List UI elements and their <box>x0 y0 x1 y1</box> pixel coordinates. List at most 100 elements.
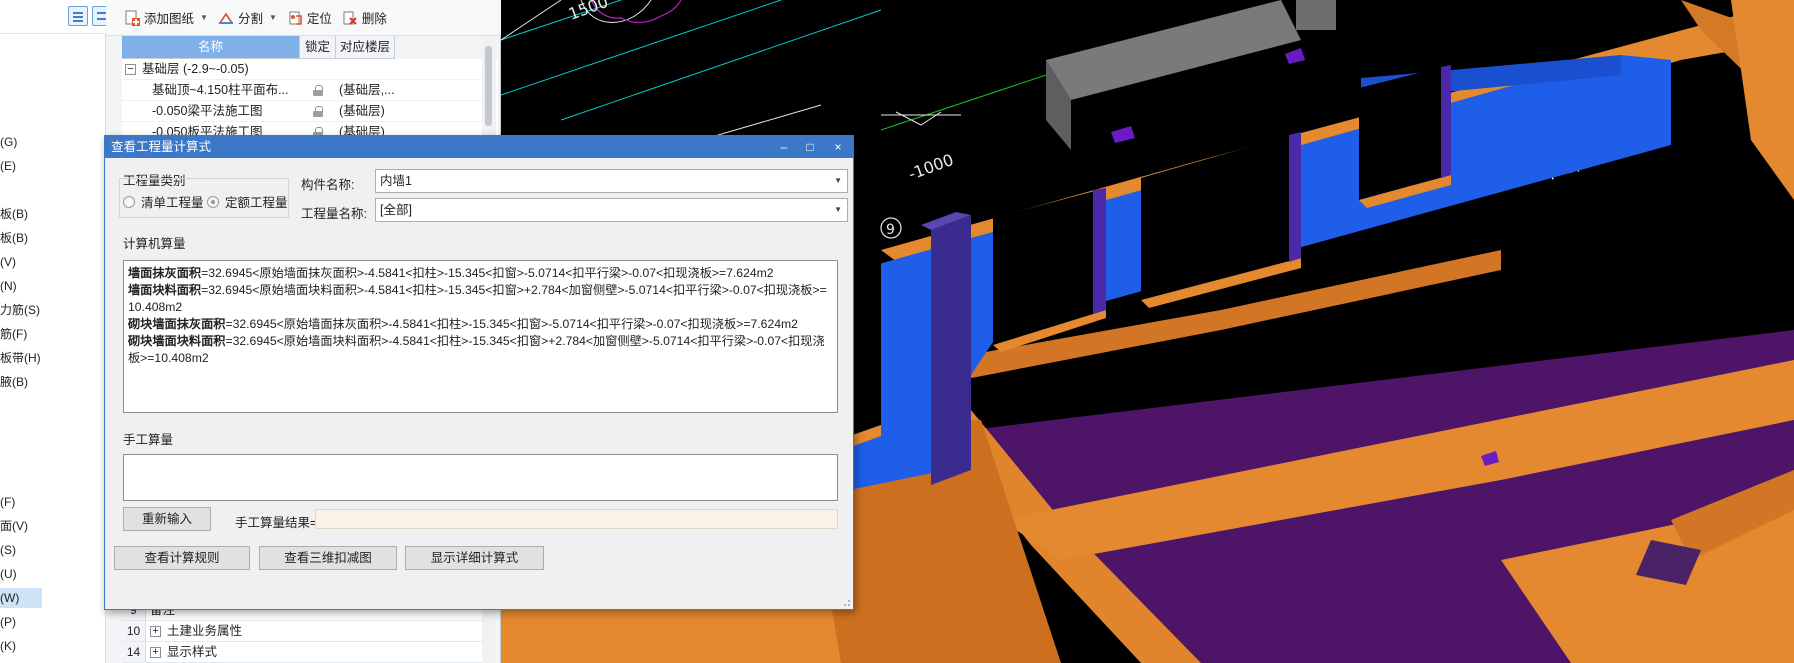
qty-name-label: 工程量名称: <box>301 207 367 221</box>
view-rules-button[interactable]: 查看计算规则 <box>114 546 250 570</box>
nav-item[interactable]: 力筋(S) <box>0 300 106 320</box>
axis-label-9: 9 <box>886 222 895 238</box>
radio-list-qty-label: 清单工程量 <box>141 196 204 210</box>
layer-floor: (基础层) <box>339 104 385 118</box>
dimension-label-1500: 1500 <box>566 0 611 24</box>
list-view-icon[interactable] <box>68 6 88 26</box>
chevron-down-icon: ▼ <box>200 13 208 22</box>
formula-name: 墙面块料面积 <box>128 283 202 297</box>
formula-name: 砌块墙面块料面积 <box>128 334 226 348</box>
locate-icon <box>287 10 303 26</box>
component-name-select[interactable]: 内墙1 ▼ <box>375 169 848 193</box>
nav-item[interactable]: (P) <box>0 612 106 632</box>
nav-item[interactable]: (U) <box>0 564 106 584</box>
lock-icon[interactable] <box>313 106 323 118</box>
manual-calc-label: 手工算量 <box>123 433 174 447</box>
view-3d-deduction-button[interactable]: 查看三维扣减图 <box>259 546 397 570</box>
radio-indicator <box>123 195 135 208</box>
chevron-down-icon: ▼ <box>834 176 842 185</box>
manual-result-field <box>315 509 838 529</box>
nav-item[interactable]: (K) <box>0 636 106 656</box>
manual-result-label: 手工算量结果= <box>235 516 318 530</box>
chevron-down-icon: ▼ <box>834 205 842 214</box>
formula-expr: =32.6945<原始墙面块料面积>-4.5841<扣柱>-15.345<扣窗>… <box>128 334 825 365</box>
split-button[interactable]: 分割 ▼ <box>218 8 277 27</box>
close-icon[interactable]: × <box>825 136 851 158</box>
layer-toolbar: 添加图纸 ▼ 分割 ▼ 定位 删除 <box>106 0 501 36</box>
nav-item[interactable]: (G) <box>0 132 106 152</box>
component-name-label: 构件名称: <box>301 178 355 192</box>
nav-item[interactable]: (V) <box>0 252 106 272</box>
nav-item[interactable]: 板带(H) <box>0 348 106 368</box>
layer-name: 基础顶~4.150柱平面布... <box>152 83 289 97</box>
delete-label: 删除 <box>361 12 387 26</box>
table-row[interactable]: -0.050梁平法施工图 (基础层) <box>122 101 498 122</box>
expand-icon[interactable]: + <box>150 625 161 637</box>
collapse-icon[interactable]: − <box>125 64 136 76</box>
component-name-value: 内墙1 <box>380 174 412 188</box>
property-label: 土建业务属性 <box>167 623 243 638</box>
column-header-floor[interactable]: 对应楼层 <box>336 36 395 59</box>
nav-item[interactable]: (E) <box>0 156 106 176</box>
show-detail-formula-button[interactable]: 显示详细计算式 <box>405 546 544 570</box>
computer-calc-label: 计算机算量 <box>123 237 186 251</box>
radio-quota-qty[interactable]: 定额工程量 <box>207 192 288 211</box>
radio-list-qty[interactable]: 清单工程量 <box>123 192 204 211</box>
minimize-icon[interactable]: – <box>771 136 797 158</box>
property-row[interactable]: 10 + 土建业务属性 <box>122 621 482 642</box>
nav-item[interactable]: 板(B) <box>0 228 106 248</box>
split-icon <box>218 10 234 26</box>
layer-name: -0.050梁平法施工图 <box>152 104 263 118</box>
layer-group-label: 基础层 (-2.9~-0.05) <box>142 62 249 76</box>
nav-item[interactable]: 腋(B) <box>0 372 106 392</box>
nav-item[interactable]: 面(V) <box>0 516 106 536</box>
property-label: 显示样式 <box>167 644 218 659</box>
add-drawing-icon <box>124 10 140 26</box>
manual-calc-input[interactable] <box>123 454 838 501</box>
nav-item[interactable]: (W) <box>0 588 42 608</box>
formula-name: 墙面抹灰面积 <box>128 266 202 280</box>
nav-item[interactable]: (N) <box>0 276 106 296</box>
maximize-icon[interactable]: □ <box>797 136 823 158</box>
column-header-name[interactable]: 名称 <box>122 36 300 59</box>
resize-grip-icon[interactable] <box>843 599 851 607</box>
add-drawing-label: 添加图纸 <box>144 12 195 26</box>
nav-toolbar <box>0 0 112 34</box>
formula-expr: =32.6945<原始墙面抹灰面积>-4.5841<扣柱>-15.345<扣窗>… <box>201 266 774 280</box>
property-row-number: 14 <box>122 642 146 662</box>
property-row-number: 10 <box>122 621 146 641</box>
table-row[interactable]: 基础顶~4.150柱平面布... (基础层,... <box>122 80 498 101</box>
layer-table-header: 名称 锁定 对应楼层 <box>122 36 498 59</box>
locate-button[interactable]: 定位 <box>287 8 332 27</box>
property-row[interactable]: 14 + 显示样式 <box>122 642 482 663</box>
radio-quota-qty-label: 定额工程量 <box>225 196 288 210</box>
nav-item[interactable]: (F) <box>0 492 106 512</box>
layer-floor: (基础层,... <box>339 83 395 97</box>
qty-name-value: [全部] <box>380 203 412 217</box>
chevron-down-icon: ▼ <box>268 13 277 22</box>
radio-indicator <box>207 195 219 208</box>
nav-item[interactable]: 板(B) <box>0 204 106 224</box>
dialog-title-bar[interactable]: 查看工程量计算式 <box>105 136 853 158</box>
reinput-button[interactable]: 重新输入 <box>123 507 211 531</box>
nav-item[interactable]: 筋(F) <box>0 324 106 344</box>
grey-beam-3d[interactable] <box>1046 0 1301 100</box>
dialog-title: 查看工程量计算式 <box>111 140 212 154</box>
formula-expr: =32.6945<原始墙面抹灰面积>-4.5841<扣柱>-15.345<扣窗>… <box>225 317 798 331</box>
formula-textbox[interactable]: 墙面抹灰面积=32.6945<原始墙面抹灰面积>-4.5841<扣柱>-15.3… <box>123 260 838 413</box>
delete-button[interactable]: 删除 <box>342 8 387 27</box>
lock-icon[interactable] <box>313 85 323 97</box>
column-3d[interactable] <box>931 215 971 485</box>
delete-icon <box>342 10 358 26</box>
nav-item[interactable]: (S) <box>0 540 106 560</box>
layer-group-row[interactable]: − 基础层 (-2.9~-0.05) <box>122 59 498 80</box>
column-header-lock[interactable]: 锁定 <box>300 36 336 59</box>
qty-name-select[interactable]: [全部] ▼ <box>375 198 848 222</box>
expand-icon[interactable]: + <box>150 646 161 658</box>
locate-label: 定位 <box>306 12 332 26</box>
quantity-formula-dialog: 查看工程量计算式 – □ × 工程量类别 清单工程量 定额工程量 构件名称: 内… <box>104 135 854 610</box>
dimension-label-minus-1000: -1000 <box>906 150 956 184</box>
scrollbar-thumb[interactable] <box>485 46 492 126</box>
add-drawing-button[interactable]: 添加图纸 ▼ <box>124 8 208 27</box>
formula-name: 砌块墙面抹灰面积 <box>128 317 226 331</box>
